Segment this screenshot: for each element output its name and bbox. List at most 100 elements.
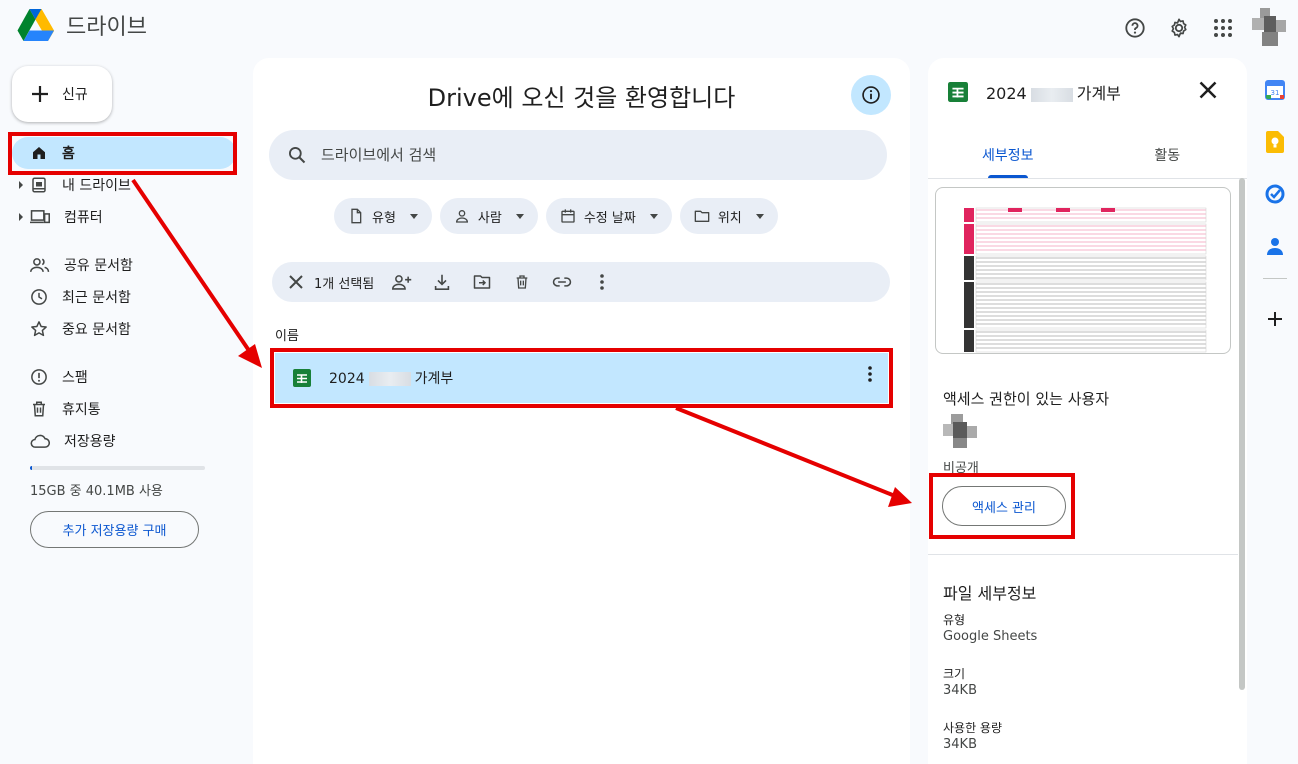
computer-icon <box>30 210 50 224</box>
chevron-down-icon <box>649 213 658 219</box>
apps-grid-icon[interactable] <box>1208 13 1238 43</box>
new-button[interactable]: 신규 <box>12 66 112 122</box>
sidebar-item-spam[interactable]: 스팸 <box>12 361 236 393</box>
close-details-button[interactable] <box>1198 80 1218 100</box>
chevron-down-icon <box>515 213 524 219</box>
storage-progress-bar <box>30 466 205 470</box>
copy-link-button[interactable] <box>550 270 574 294</box>
prop-size-label: 크기 <box>943 667 966 681</box>
clear-selection-button[interactable] <box>284 270 308 294</box>
sidebar-item-label: 저장용량 <box>64 434 116 450</box>
star-icon <box>31 321 47 337</box>
add-app-button[interactable] <box>1253 299 1297 339</box>
sidebar-item-label: 공유 문서함 <box>64 258 133 274</box>
expand-caret-icon[interactable] <box>19 213 23 221</box>
help-icon[interactable] <box>1120 13 1150 43</box>
my-drive-icon <box>32 177 46 193</box>
top-icons <box>1120 8 1286 48</box>
sidebar-item-shared[interactable]: 공유 문서함 <box>12 249 236 281</box>
tab-activity[interactable]: 활동 <box>1088 138 1248 178</box>
settings-gear-icon[interactable] <box>1164 13 1194 43</box>
move-button[interactable] <box>470 270 494 294</box>
details-info-button[interactable] <box>851 75 891 115</box>
chevron-down-icon <box>755 213 764 219</box>
details-tabs: 세부정보 활동 <box>928 138 1247 178</box>
sidebar-item-label: 휴지통 <box>62 402 101 418</box>
column-header-name[interactable]: 이름 <box>275 325 299 344</box>
search-input[interactable] <box>321 146 821 164</box>
info-icon <box>862 86 880 104</box>
storage-progress-fill <box>30 466 32 470</box>
svg-text:31: 31 <box>1271 89 1280 97</box>
sidebar-item-label: 최근 문서함 <box>62 290 131 306</box>
move-to-folder-icon <box>474 275 491 289</box>
access-heading: 액세스 권한이 있는 사용자 <box>943 390 1110 408</box>
filter-people-chip[interactable]: 사람 <box>439 198 538 234</box>
folder-icon <box>694 210 710 222</box>
plus-icon <box>32 86 48 102</box>
prop-storage-used-label: 사용한 용량 <box>943 721 1003 735</box>
person-icon <box>455 210 468 223</box>
link-icon <box>553 277 572 287</box>
filter-modified-label: 수정 날짜 <box>583 210 636 226</box>
filter-location-chip[interactable]: 위치 <box>679 198 778 234</box>
keep-app-icon[interactable] <box>1253 122 1297 162</box>
app-title: 드라이브 <box>66 15 147 40</box>
calendar-app-icon[interactable]: 31 <box>1253 70 1297 110</box>
main-panel: Drive에 오신 것을 환영합니다 유형 사람 수정 날짜 위치 1개 선택됨 <box>253 58 910 764</box>
sidebar-item-recent[interactable]: 최근 문서함 <box>12 281 236 313</box>
spam-icon <box>31 369 47 385</box>
shared-with-me-icon <box>30 258 50 273</box>
sidebar-nav: 홈 내 드라이브 컴퓨터 공유 문서함 최근 문서함 중요 문서함 스팸 휴지통… <box>12 137 236 457</box>
sidebar-item-computers[interactable]: 컴퓨터 <box>12 201 236 233</box>
chevron-down-icon <box>409 213 418 219</box>
cloud-icon <box>30 434 50 448</box>
annotation-highlight-manage-access <box>929 473 1075 539</box>
clock-icon <box>31 289 47 305</box>
expand-caret-icon[interactable] <box>19 181 23 189</box>
account-avatar[interactable] <box>1252 8 1286 48</box>
storage-usage-text: 15GB 중 40.1MB 사용 <box>30 484 163 499</box>
sidebar-item-starred[interactable]: 중요 문서함 <box>12 313 236 345</box>
more-vert-icon <box>600 274 605 290</box>
new-button-label: 신규 <box>62 87 88 103</box>
add-person-icon <box>392 275 412 290</box>
top-bar: 드라이브 <box>0 0 1298 52</box>
filter-type-label: 유형 <box>372 210 396 226</box>
filter-modified-chip[interactable]: 수정 날짜 <box>545 198 672 234</box>
welcome-title: Drive에 오신 것을 환영합니다 <box>427 84 736 112</box>
contacts-app-icon[interactable] <box>1253 226 1297 266</box>
filter-type-chip[interactable]: 유형 <box>334 198 432 234</box>
prop-storage-used-value: 34KB <box>943 737 977 752</box>
file-preview-thumbnail[interactable] <box>935 187 1231 354</box>
sidebar-item-label: 스팸 <box>62 370 88 386</box>
sidebar-item-label: 중요 문서함 <box>62 322 131 338</box>
tab-details[interactable]: 세부정보 <box>928 138 1088 178</box>
prop-type-label: 유형 <box>943 613 966 627</box>
divider <box>928 554 1238 555</box>
drive-logo-icon[interactable] <box>17 8 55 42</box>
annotation-highlight-file <box>270 348 893 408</box>
delete-button[interactable] <box>510 270 534 294</box>
details-scrollbar[interactable] <box>1239 178 1245 690</box>
owner-avatar[interactable] <box>943 414 979 450</box>
search-icon <box>289 147 306 164</box>
buy-storage-button[interactable]: 추가 저장용량 구매 <box>30 511 199 548</box>
sidebar-item-label: 내 드라이브 <box>62 178 131 194</box>
filter-location-label: 위치 <box>717 210 742 226</box>
prop-size-value: 34KB <box>943 683 977 698</box>
close-icon <box>1199 81 1217 99</box>
filter-people-label: 사람 <box>477 210 502 226</box>
tasks-app-icon[interactable] <box>1253 174 1297 214</box>
sidebar-item-storage[interactable]: 저장용량 <box>12 425 236 457</box>
share-button[interactable] <box>390 270 414 294</box>
search-bar[interactable] <box>269 130 887 180</box>
sidebar-item-label: 컴퓨터 <box>64 210 103 226</box>
details-title-prefix: 2024 <box>986 84 1027 103</box>
details-title: 2024 가계부 <box>948 80 1121 104</box>
trash-icon <box>33 401 45 417</box>
sidebar-item-trash[interactable]: 휴지통 <box>12 393 236 425</box>
file-details-heading: 파일 세부정보 <box>943 584 1037 603</box>
more-actions-button[interactable] <box>590 270 614 294</box>
download-button[interactable] <box>430 270 454 294</box>
